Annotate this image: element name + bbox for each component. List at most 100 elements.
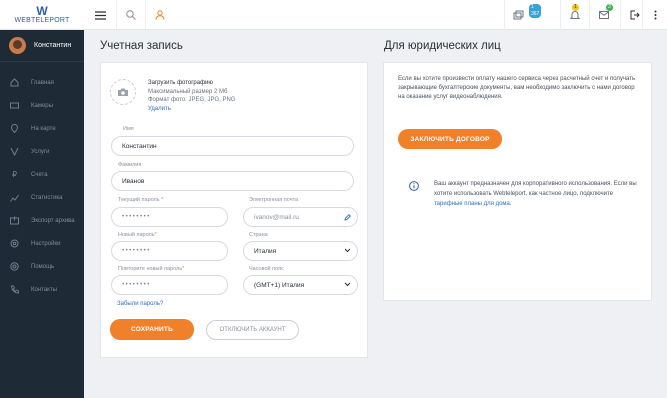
required-mark: * [154, 232, 157, 238]
menu-button[interactable] [86, 0, 114, 30]
info-icon [409, 181, 419, 191]
menu-icon [94, 10, 106, 20]
repeat-password-label-text: Повторите новый пароль [118, 266, 183, 272]
chevron-down-icon [344, 282, 351, 287]
user-profile[interactable]: Константин [0, 30, 84, 62]
legal-card: Если вы хотите произвести оплату нашего … [383, 62, 652, 301]
new-password-field[interactable]: •••••••• [111, 241, 228, 261]
sidebar-item-map[interactable]: На карте [0, 117, 84, 140]
camera-icon [10, 101, 19, 110]
sign-contract-button[interactable]: ЗАКЛЮЧИТЬ ДОГОВОР [398, 129, 502, 149]
sidebar-item-label: На карте [31, 125, 56, 132]
ruble-icon: ₽ [11, 170, 18, 179]
sidebar-item-label: Главная [31, 79, 54, 86]
home-plans-link[interactable]: тарифные планы для дома. [434, 201, 512, 207]
top-bar: W WEBTELEPORT 1 367 1 3 [0, 0, 667, 30]
email-value: ivanov@mail.ru [254, 213, 299, 221]
phone-icon [10, 285, 19, 294]
search-icon [125, 10, 136, 20]
new-password-label-text: Новый пароль [118, 232, 155, 238]
sidebar-item-bills[interactable]: ₽ Счета [0, 163, 84, 186]
notifications-badge: 1 [572, 4, 579, 11]
logo-text: WEBTELEPORT [14, 16, 70, 24]
bell-icon [569, 11, 580, 19]
messages-button[interactable]: 3 [589, 0, 617, 30]
repeat-password-field[interactable]: •••••••• [111, 275, 228, 295]
logo[interactable]: W WEBTELEPORT [0, 0, 84, 30]
name-field[interactable]: Константин [111, 136, 354, 156]
profile-button[interactable] [145, 0, 173, 30]
gear-icon [10, 239, 19, 248]
avatar [9, 37, 26, 54]
messages-badge: 3 [606, 4, 613, 11]
delete-photo-link[interactable]: Удалить [148, 105, 235, 114]
help-icon [10, 262, 19, 271]
upload-photo-label[interactable]: Загрузить фотографию [148, 79, 235, 88]
legal-text: Если вы хотите произвести оплату нашего … [398, 76, 636, 100]
repeat-password-label: Повторите новый пароль* [118, 266, 184, 272]
new-password-label: Новый пароль* [118, 232, 157, 238]
sidebar-item-services[interactable]: Услуги [0, 140, 84, 163]
save-button[interactable]: СОХРАНИТЬ [110, 319, 194, 340]
email-label: Электронная почта [249, 197, 299, 203]
surname-field[interactable]: Иванов [111, 171, 354, 191]
sidebar-item-label: Статистика [31, 194, 63, 201]
timezone-select[interactable]: (GMT+1) Италия [243, 275, 358, 295]
map-pin-icon [10, 124, 19, 133]
camera-icon [118, 88, 128, 96]
account-card: Загрузить фотографию Максимальный размер… [100, 62, 368, 358]
account-title: Учетная запись [100, 40, 183, 52]
cameras-badge: 1 367 [529, 4, 542, 18]
more-vertical-icon [654, 10, 656, 20]
sidebar-item-label: Настройки [31, 240, 61, 247]
services-icon [10, 147, 19, 156]
info-text: Ваш аккаунт предназначен для корпоративн… [434, 181, 637, 197]
surname-label: Фамилия [118, 162, 142, 168]
sidebar-item-settings[interactable]: Настройки [0, 232, 84, 255]
info-block: Ваш аккаунт предназначен для корпоративн… [434, 179, 639, 209]
user-icon [155, 10, 164, 20]
sidebar-item-label: Счета [31, 171, 48, 178]
notifications-button[interactable]: 1 [560, 0, 588, 30]
timezone-label: Часовой пояс [249, 266, 284, 272]
sidebar-item-cameras[interactable]: Камеры [0, 94, 84, 117]
sidebar-item-statistics[interactable]: Статистика [0, 186, 84, 209]
camera-stack-icon [513, 10, 524, 20]
cameras-button[interactable]: 1 367 [504, 0, 542, 30]
chart-icon [10, 193, 19, 202]
export-icon [10, 216, 19, 225]
sidebar-item-home[interactable]: Главная [0, 71, 84, 94]
sidebar-item-label: Камеры [31, 102, 53, 109]
logout-icon [630, 10, 640, 20]
required-mark: * [161, 197, 164, 203]
photo-max-size: Максимальный размер 2 Мб [148, 88, 228, 95]
sidebar: Константин Главная Камеры На карте Услуг… [0, 30, 84, 398]
country-value: Италия [254, 247, 277, 255]
current-password-label-text: Текущий пароль [118, 197, 160, 203]
current-password-field[interactable]: •••••••• [111, 207, 228, 227]
country-select[interactable]: Италия [243, 241, 358, 261]
user-name: Константин [34, 42, 72, 49]
sidebar-item-label: Услуги [31, 148, 50, 155]
home-icon [10, 78, 19, 87]
search-button[interactable] [116, 0, 144, 30]
disable-account-button[interactable]: ОТКЛЮЧИТЬ АККАУНТ [206, 320, 299, 340]
sidebar-item-label: Помощь [31, 263, 55, 270]
sidebar-item-label: Экспорт архива [31, 217, 75, 224]
country-label: Страна [249, 232, 268, 238]
legal-title: Для юридических лиц [384, 40, 501, 52]
sidebar-item-label: Контакты [31, 286, 57, 293]
email-field[interactable]: ivanov@mail.ru [243, 207, 358, 227]
more-button[interactable] [642, 0, 667, 30]
sidebar-item-help[interactable]: Помощь [0, 255, 84, 278]
sidebar-item-contacts[interactable]: Контакты [0, 278, 84, 301]
edit-icon[interactable] [344, 214, 351, 221]
chevron-down-icon [344, 248, 351, 253]
current-password-label: Текущий пароль * [118, 197, 163, 203]
photo-formats: Формат фото: JPEG, JPG, PNG [148, 97, 236, 103]
required-mark: * [182, 266, 185, 272]
forgot-password-link[interactable]: Забыли пароль? [117, 300, 163, 309]
photo-upload-area[interactable] [110, 79, 136, 105]
sidebar-item-export[interactable]: Экспорт архива [0, 209, 84, 232]
timezone-value: (GMT+1) Италия [254, 281, 305, 289]
